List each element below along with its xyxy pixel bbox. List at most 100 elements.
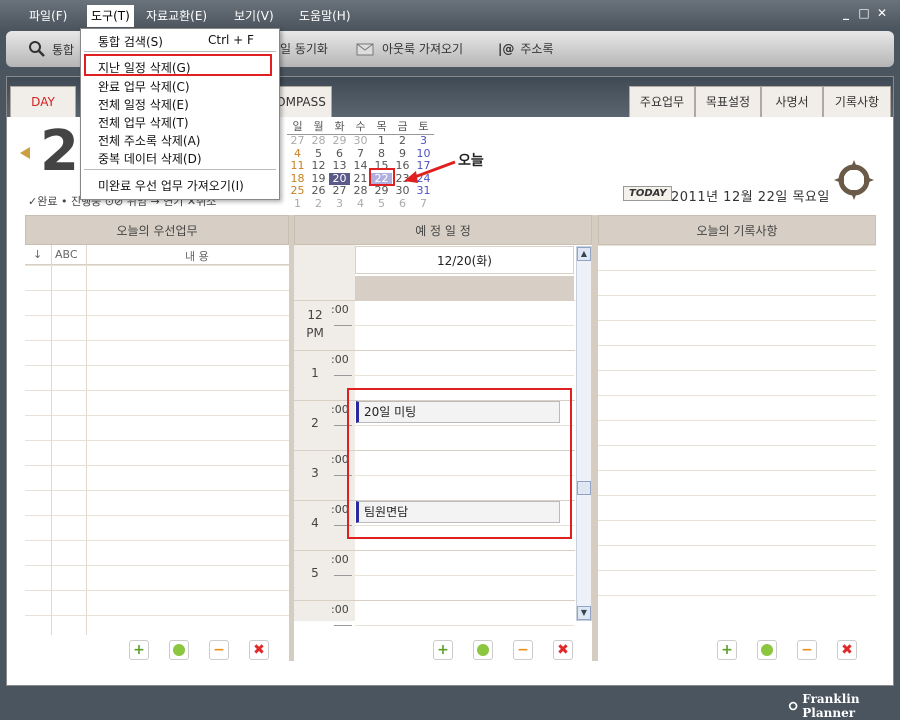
annotation-arrow-icon bbox=[404, 160, 456, 183]
scroll-thumb[interactable] bbox=[577, 481, 591, 495]
menu-item-search[interactable]: 통합 검색(S) bbox=[98, 33, 163, 50]
sync-toolbar-button[interactable]: 일 동기화 bbox=[280, 40, 328, 57]
delete-button[interactable]: ✖ bbox=[553, 640, 573, 660]
outlook-import-button[interactable]: 아웃룩 가져오기 bbox=[356, 40, 463, 57]
delete-icon: ✖ bbox=[841, 642, 853, 658]
add-button[interactable]: + bbox=[717, 640, 737, 660]
menu-tools[interactable]: 도구(T) bbox=[87, 5, 134, 27]
calendar-day[interactable]: 2 bbox=[392, 134, 413, 148]
calendar-day[interactable]: 5 bbox=[371, 197, 392, 211]
calendar-day[interactable]: 3 bbox=[329, 197, 350, 211]
calendar-weekday: 일 bbox=[292, 120, 303, 133]
calendar-day[interactable]: 27 bbox=[287, 134, 308, 148]
calendar-day[interactable]: 2 bbox=[308, 197, 329, 211]
calendar-day[interactable]: 12 bbox=[308, 159, 329, 173]
calendar-day[interactable]: 28 bbox=[350, 184, 371, 198]
calendar-day[interactable]: 7 bbox=[413, 197, 434, 211]
maximize-icon[interactable]: □ bbox=[858, 7, 870, 19]
remove-button[interactable]: − bbox=[209, 640, 229, 660]
hour-label: 3 bbox=[300, 466, 330, 480]
all-day-row[interactable] bbox=[355, 276, 574, 300]
rule-line bbox=[25, 315, 289, 316]
edit-button[interactable] bbox=[169, 640, 189, 660]
calendar-day[interactable]: 6 bbox=[392, 197, 413, 211]
contacts-toolbar-button[interactable]: |@ 주소록 bbox=[498, 40, 554, 57]
calendar-day[interactable]: 1 bbox=[371, 134, 392, 148]
menu-file[interactable]: 파일(F) bbox=[29, 7, 67, 24]
edit-button[interactable] bbox=[473, 640, 493, 660]
menu-item-delete-duplicates[interactable]: 중복 데이터 삭제(D) bbox=[98, 150, 202, 167]
edit-button[interactable] bbox=[757, 640, 777, 660]
minute-label: :00 bbox=[331, 603, 349, 616]
search-toolbar-button[interactable]: 통합 bbox=[28, 40, 74, 58]
delete-button[interactable]: ✖ bbox=[249, 640, 269, 660]
schedule-date-label: 12/20(화) bbox=[355, 246, 574, 274]
delete-button[interactable]: ✖ bbox=[837, 640, 857, 660]
half-hour-tick bbox=[334, 575, 352, 576]
contacts-label: 주소록 bbox=[520, 42, 554, 56]
menu-item-delete-all-schedule[interactable]: 전체 일정 삭제(E) bbox=[98, 96, 189, 113]
calendar-day[interactable]: 29 bbox=[371, 184, 392, 198]
calendar-day[interactable]: 13 bbox=[329, 159, 350, 173]
tab-notes[interactable]: 기록사항 bbox=[823, 86, 891, 117]
remove-button[interactable]: − bbox=[797, 640, 817, 660]
rule-line bbox=[25, 265, 289, 266]
scroll-up-icon[interactable]: ▲ bbox=[577, 247, 591, 261]
compass-icon[interactable] bbox=[834, 158, 874, 202]
brand-logo: Franklin Planner bbox=[788, 692, 900, 720]
calendar-day[interactable]: 1 bbox=[287, 197, 308, 211]
hour-label: 2 bbox=[300, 416, 330, 430]
add-button[interactable]: + bbox=[433, 640, 453, 660]
rule-line bbox=[25, 340, 289, 341]
calendar-day[interactable]: 27 bbox=[329, 184, 350, 198]
delete-icon: ✖ bbox=[253, 642, 265, 658]
tab-mission[interactable]: 사명서 bbox=[761, 86, 823, 117]
calendar-day[interactable]: 3 bbox=[413, 134, 434, 148]
hour-number: 12 bbox=[307, 308, 323, 322]
half-hour-tick bbox=[334, 375, 352, 376]
add-button[interactable]: + bbox=[129, 640, 149, 660]
tab-key-tasks[interactable]: 주요업무 bbox=[629, 86, 695, 117]
content-column-header[interactable]: 내 용 bbox=[185, 248, 209, 264]
tab-day[interactable]: DAY bbox=[10, 86, 76, 117]
calendar-day[interactable]: 30 bbox=[350, 134, 371, 148]
today-button[interactable]: TODAY bbox=[623, 186, 673, 201]
calendar-day[interactable]: 25 bbox=[287, 184, 308, 198]
calendar-day[interactable]: 11 bbox=[287, 159, 308, 173]
close-icon[interactable]: ✕ bbox=[876, 7, 888, 19]
sort-icon[interactable]: ↓ bbox=[33, 248, 42, 261]
status-bar bbox=[0, 686, 900, 712]
calendar-day[interactable]: 26 bbox=[308, 184, 329, 198]
abc-column-header[interactable]: ABC bbox=[55, 248, 78, 261]
menu-item-delete-all-tasks[interactable]: 전체 업무 삭제(T) bbox=[98, 114, 189, 131]
edit-icon bbox=[761, 644, 773, 656]
rule-line bbox=[25, 590, 289, 591]
prev-day-icon[interactable] bbox=[20, 147, 30, 159]
menu-item-delete-completed[interactable]: 완료 업무 삭제(C) bbox=[98, 78, 190, 95]
scroll-down-icon[interactable]: ▼ bbox=[577, 606, 591, 620]
menu-data-exchange[interactable]: 자료교환(E) bbox=[146, 7, 207, 24]
menu-help[interactable]: 도움말(H) bbox=[299, 7, 351, 24]
rule-line bbox=[598, 420, 876, 421]
big-date: 2 bbox=[40, 119, 79, 184]
calendar-weekday: 토 bbox=[418, 120, 429, 133]
tab-goals[interactable]: 목표설정 bbox=[695, 86, 761, 117]
calendar-day[interactable]: 4 bbox=[350, 197, 371, 211]
rule-line bbox=[25, 490, 289, 491]
hour-label: 4 bbox=[300, 516, 330, 530]
calendar-day[interactable]: 29 bbox=[329, 134, 350, 148]
remove-button[interactable]: − bbox=[513, 640, 533, 660]
menu-item-import-incomplete[interactable]: 미완료 우선 업무 가져오기(I) bbox=[98, 177, 244, 194]
rule-line bbox=[598, 445, 876, 446]
calendar-day[interactable]: 14 bbox=[350, 159, 371, 173]
schedule-scrollbar[interactable] bbox=[576, 246, 592, 621]
menu-view[interactable]: 보기(V) bbox=[234, 7, 274, 24]
hour-label: 12 PM bbox=[300, 308, 330, 340]
minimize-icon[interactable]: _ bbox=[840, 7, 852, 19]
menu-item-delete-all-contacts[interactable]: 전체 주소록 삭제(A) bbox=[98, 132, 200, 149]
hour-label: 5 bbox=[300, 566, 330, 580]
calendar-day[interactable]: 28 bbox=[308, 134, 329, 148]
rule-line bbox=[598, 245, 876, 246]
minute-label: :00 bbox=[331, 303, 349, 316]
hour-number: 3 bbox=[311, 466, 319, 480]
